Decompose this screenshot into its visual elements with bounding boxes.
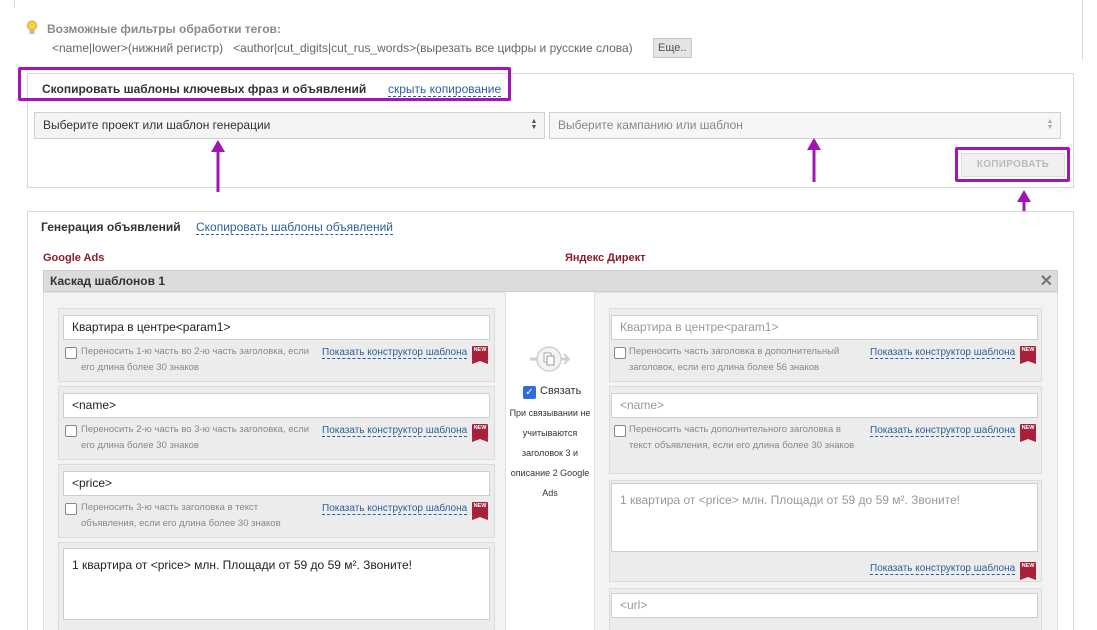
close-icon[interactable]: ✕: [1040, 271, 1053, 291]
more-filters-button[interactable]: Еще..: [653, 38, 692, 58]
constructor-link[interactable]: Показать конструктор шаблона: [322, 425, 468, 437]
google-wrap2-hint: Переносить 2-ю часть во 3-ю часть заголо…: [81, 424, 310, 451]
yandex-url-input[interactable]: <url>: [611, 593, 1038, 618]
new-badge-icon: NEW: [1020, 346, 1036, 364]
yandex-wrap2-hint: Переносить часть дополнительного заголов…: [629, 424, 855, 451]
project-select-value: Выберите проект или шаблон генерации: [43, 118, 271, 132]
new-badge-icon: NEW: [472, 424, 488, 442]
ad-generation-title: Генерация объявлений: [41, 220, 181, 234]
filters-title: Возможные фильтры обработки тегов:: [47, 22, 281, 36]
yandex-description-textarea[interactable]: 1 квартира от <price> млн. Площади от 59…: [611, 483, 1038, 552]
yandex-headline1-input[interactable]: Квартира в центре<param1>: [611, 315, 1038, 340]
new-badge-icon: NEW: [472, 502, 488, 520]
google-wrap1-checkbox[interactable]: [65, 347, 77, 359]
constructor-link[interactable]: Показать конструктор шаблона: [870, 347, 1016, 359]
new-badge-icon: NEW: [1020, 424, 1036, 442]
lightbulb-icon: [27, 20, 37, 34]
link-note: При связывании не учитываются заголовок …: [509, 408, 591, 498]
google-headline1-input[interactable]: Квартира в центре<param1>: [63, 315, 490, 340]
copy-ad-templates-link[interactable]: Скопировать шаблоны объявлений: [196, 220, 393, 235]
google-description-textarea[interactable]: 1 квартира от <price> млн. Площади от 59…: [63, 548, 490, 620]
google-wrap2-checkbox[interactable]: [65, 425, 77, 437]
yandex-headline2-input[interactable]: <name>: [611, 393, 1038, 418]
google-wrap3-hint: Переносить 3-ю часть заголовка в текст о…: [81, 502, 281, 529]
cascade-header: Каскад шаблонов 1 ✕: [43, 270, 1058, 292]
constructor-link[interactable]: Показать конструктор шаблона: [322, 347, 468, 359]
copy-link-icon[interactable]: [528, 344, 570, 374]
new-badge-icon: NEW: [1020, 562, 1036, 580]
constructor-link[interactable]: Показать конструктор шаблона: [322, 503, 468, 515]
filters-examples: <name|lower>(нижний регистр) <author|cut…: [52, 41, 633, 55]
yandex-wrap1-hint: Переносить часть заголовка в дополнитель…: [629, 346, 840, 373]
google-ads-label: Google Ads: [43, 252, 105, 264]
yandex-wrap2-checkbox[interactable]: [614, 425, 626, 437]
project-select[interactable]: Выберите проект или шаблон генерации ▲ ▼: [34, 112, 545, 139]
link-checkbox[interactable]: ✓: [523, 386, 536, 399]
constructor-link[interactable]: Показать конструктор шаблона: [870, 425, 1016, 437]
page: Возможные фильтры обработки тегов: <name…: [0, 0, 1097, 630]
annotation-arrow-project: [211, 140, 225, 192]
select-arrows-icon: ▲ ▼: [530, 118, 538, 131]
yandex-direct-label: Яндекс Директ: [565, 252, 646, 264]
campaign-select[interactable]: Выберите кампанию или шаблон ▲ ▼: [549, 112, 1061, 139]
annotation-arrow-campaign: [807, 138, 821, 182]
cascade-title: Каскад шаблонов 1: [50, 274, 165, 288]
google-headline3-input[interactable]: <price>: [63, 471, 490, 496]
campaign-select-value: Выберите кампанию или шаблон: [558, 118, 743, 132]
select-arrows-icon: ▲ ▼: [1046, 118, 1054, 131]
new-badge-icon: NEW: [472, 346, 488, 364]
link-columns-control: ✓ Связать При связывании не учитываются …: [505, 292, 595, 630]
copy-header-highlight: [18, 67, 511, 101]
yandex-wrap1-checkbox[interactable]: [614, 347, 626, 359]
google-headline2-input[interactable]: <name>: [63, 393, 490, 418]
link-label: Связать: [540, 385, 582, 397]
constructor-link[interactable]: Показать конструктор шаблона: [870, 563, 1016, 575]
top-frame: [14, 0, 1083, 60]
google-wrap1-hint: Переносить 1-ю часть во 2-ю часть заголо…: [81, 346, 310, 373]
copy-button-highlight: [955, 147, 1070, 182]
google-wrap3-checkbox[interactable]: [65, 503, 77, 515]
